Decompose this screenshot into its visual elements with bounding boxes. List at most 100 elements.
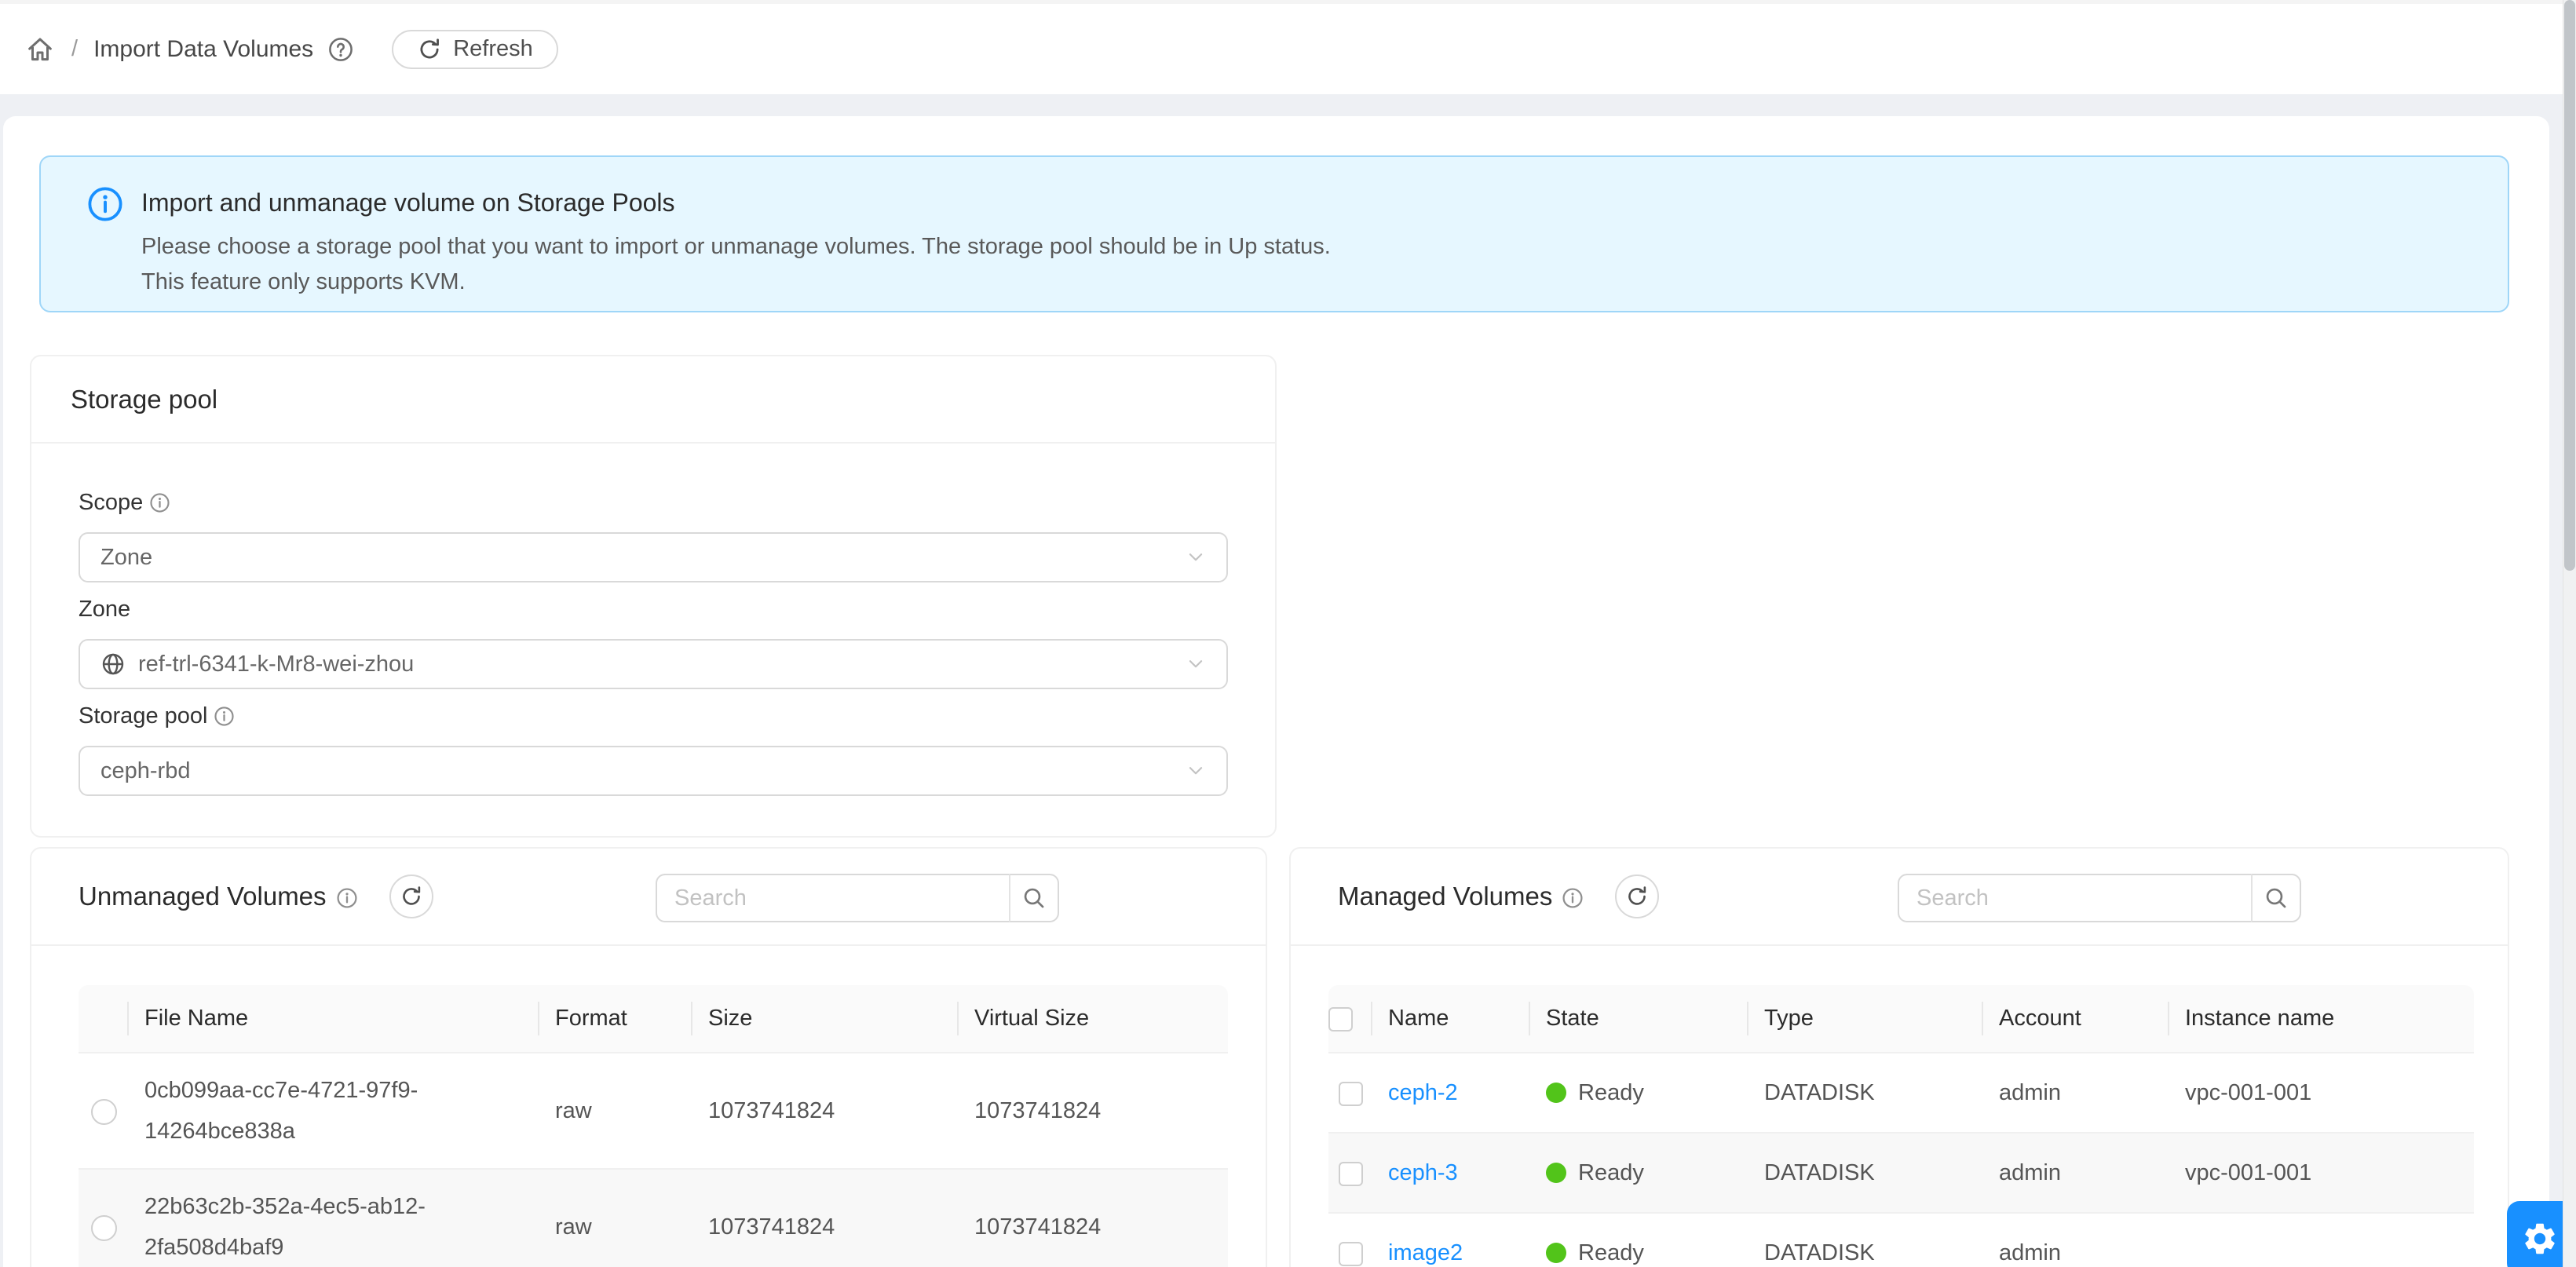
- select-all-checkbox[interactable]: [1328, 1007, 1353, 1031]
- info-circle-icon: [86, 185, 124, 223]
- table-header-row: File Name Format Size Virtual Size: [79, 985, 1228, 1053]
- select-all-column-header: [1328, 985, 1372, 1053]
- managed-info-icon[interactable]: [1562, 885, 1584, 907]
- cell-account: admin: [1983, 1133, 2169, 1213]
- column-header-file-name: File Name: [129, 985, 539, 1053]
- refresh-button[interactable]: Refresh: [392, 30, 558, 69]
- managed-search-button[interactable]: [2251, 874, 2301, 922]
- scope-select[interactable]: Zone: [79, 532, 1228, 582]
- refresh-label: Refresh: [453, 36, 533, 62]
- storage-pool-select[interactable]: ceph-rbd: [79, 746, 1228, 796]
- ready-status-dot: [1546, 1163, 1566, 1183]
- managed-volumes-card: Managed Volumes Name State Type Account …: [1289, 847, 2509, 1267]
- managed-volumes-table: Name State Type Account Instance name ce…: [1328, 985, 2474, 1267]
- cell-instance-name: vpc-001-001: [2169, 1053, 2474, 1133]
- row-checkbox[interactable]: [1339, 1242, 1363, 1266]
- managed-search-input[interactable]: [1898, 874, 2251, 922]
- top-bar: / Import Data Volumes Refresh: [0, 0, 2563, 94]
- unmanaged-reload-button[interactable]: [389, 874, 433, 918]
- reload-icon: [417, 37, 442, 62]
- cell-instance-name: [2169, 1213, 2474, 1267]
- scrollbar-thumb[interactable]: [2564, 0, 2575, 571]
- breadcrumb-separator: /: [71, 36, 78, 62]
- cell-virtual-size: 1073741824: [959, 1053, 1228, 1169]
- ready-status-dot: [1546, 1083, 1566, 1103]
- volume-link[interactable]: ceph-3: [1388, 1160, 1458, 1185]
- info-alert: Import and unmanage volume on Storage Po…: [39, 155, 2509, 312]
- unmanaged-volumes-table: File Name Format Size Virtual Size 0cb09…: [79, 985, 1228, 1267]
- cell-virtual-size: 1073741824: [959, 1169, 1228, 1267]
- zone-select[interactable]: ref-trl-6341-k-Mr8-wei-zhou: [79, 639, 1228, 689]
- table-row: image2 Ready DATADISK admin: [1328, 1213, 2474, 1267]
- managed-reload-button[interactable]: [1615, 874, 1659, 918]
- unmanaged-volumes-header: Unmanaged Volumes: [31, 849, 1266, 946]
- zone-select-value: ref-trl-6341-k-Mr8-wei-zhou: [138, 652, 414, 677]
- unmanaged-volumes-card: Unmanaged Volumes File Name Format Size …: [30, 847, 1267, 1267]
- column-header-account: Account: [1983, 985, 2169, 1053]
- table-row: 0cb099aa-cc7e-4721-97f9-14264bce838a raw…: [79, 1053, 1228, 1169]
- reload-icon: [1625, 885, 1649, 908]
- cell-type: DATADISK: [1748, 1213, 1983, 1267]
- row-radio[interactable]: [91, 1215, 117, 1241]
- managed-volumes-header: Managed Volumes: [1291, 849, 2508, 946]
- cell-format: raw: [539, 1053, 692, 1169]
- column-header-format: Format: [539, 985, 692, 1053]
- managed-volumes-title: Managed Volumes: [1338, 882, 1552, 911]
- table-header-row: Name State Type Account Instance name: [1328, 985, 2474, 1053]
- unmanaged-search-input[interactable]: [656, 874, 1009, 922]
- column-header-type: Type: [1748, 985, 1983, 1053]
- alert-description: Please choose a storage pool that you wa…: [141, 229, 1331, 300]
- cell-size: 1073741824: [692, 1169, 959, 1267]
- cell-account: admin: [1983, 1213, 2169, 1267]
- volume-link[interactable]: image2: [1388, 1240, 1463, 1265]
- cell-state: Ready: [1578, 1072, 1644, 1113]
- column-header-instance-name: Instance name: [2169, 985, 2474, 1053]
- table-row: 22b63c2b-352a-4ec5-ab12-2fa508d4baf9 raw…: [79, 1169, 1228, 1267]
- breadcrumb-current: Import Data Volumes: [93, 36, 313, 63]
- unmanaged-search-button[interactable]: [1009, 874, 1059, 922]
- search-icon: [2264, 885, 2289, 911]
- scope-select-value: Zone: [100, 545, 152, 571]
- zone-label-text: Zone: [79, 597, 130, 623]
- storage-pool-label-text: Storage pool: [79, 703, 207, 729]
- column-header-name: Name: [1372, 985, 1530, 1053]
- volume-link[interactable]: ceph-2: [1388, 1080, 1458, 1105]
- scope-info-icon[interactable]: [149, 492, 170, 513]
- unmanaged-info-icon[interactable]: [336, 885, 358, 907]
- alert-description-line1: Please choose a storage pool that you wa…: [141, 229, 1331, 265]
- cell-size: 1073741824: [692, 1053, 959, 1169]
- table-row: ceph-2 Ready DATADISK admin vpc-001-001: [1328, 1053, 2474, 1133]
- chevron-down-icon: [1186, 761, 1206, 781]
- row-radio[interactable]: [91, 1099, 117, 1125]
- cell-type: DATADISK: [1748, 1053, 1983, 1133]
- row-checkbox[interactable]: [1339, 1082, 1363, 1106]
- cell-account: admin: [1983, 1053, 2169, 1133]
- storage-pool-info-icon[interactable]: [214, 706, 235, 727]
- alert-title: Import and unmanage volume on Storage Po…: [141, 188, 675, 217]
- chevron-down-icon: [1186, 654, 1206, 674]
- cell-state: Ready: [1578, 1232, 1644, 1267]
- storage-pool-select-value: ceph-rbd: [100, 758, 190, 784]
- globe-icon: [100, 652, 126, 677]
- cell-type: DATADISK: [1748, 1133, 1983, 1213]
- alert-description-line2: This feature only supports KVM.: [141, 265, 1331, 300]
- row-checkbox[interactable]: [1339, 1162, 1363, 1186]
- table-row: ceph-3 Ready DATADISK admin vpc-001-001: [1328, 1133, 2474, 1213]
- cell-state: Ready: [1578, 1152, 1644, 1193]
- search-icon: [1021, 885, 1047, 911]
- column-header-state: State: [1530, 985, 1748, 1053]
- zone-label: Zone: [79, 595, 130, 623]
- cell-format: raw: [539, 1169, 692, 1267]
- ready-status-dot: [1546, 1243, 1566, 1263]
- managed-search: [1898, 874, 2301, 922]
- storage-pool-label: Storage pool: [79, 702, 235, 730]
- column-header-virtual-size: Virtual Size: [959, 985, 1228, 1053]
- cell-file-name: 0cb099aa-cc7e-4721-97f9-14264bce838a: [129, 1053, 539, 1169]
- home-icon[interactable]: [24, 34, 56, 65]
- scope-label-text: Scope: [79, 490, 143, 516]
- unmanaged-volumes-title: Unmanaged Volumes: [79, 882, 327, 911]
- chevron-down-icon: [1186, 547, 1206, 568]
- help-icon[interactable]: [327, 36, 354, 63]
- column-header-size: Size: [692, 985, 959, 1053]
- scope-label: Scope: [79, 488, 170, 517]
